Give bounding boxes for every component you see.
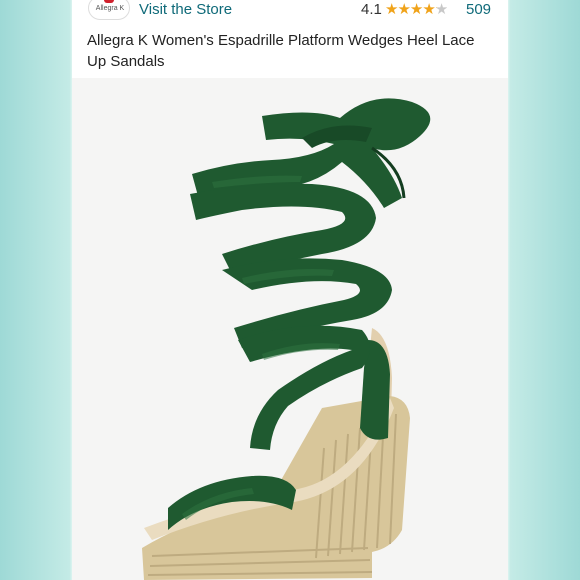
review-count-link[interactable]: 509 [466,0,491,20]
star-partial-icon: ★ [434,1,448,18]
rating-value: 4.1 [361,1,382,18]
sandal-illustration [72,78,508,580]
brand-logo-text: Allegra K [95,5,125,12]
store-bar: Allegra K Visit the Store 4.1 ★★★★★ 509 [72,0,508,24]
star-icon: ★ [397,1,410,18]
star-rating[interactable]: ★★★★★ [385,0,448,20]
product-screen: Allegra K Visit the Store 4.1 ★★★★★ 509 … [72,0,508,580]
star-icon: ★ [385,1,398,18]
visit-store-link[interactable]: Visit the Store [139,0,232,20]
star-icon: ★ [422,1,435,18]
product-title: Allegra K Women's Espadrille Platform We… [87,32,475,70]
star-icon: ★ [409,1,423,18]
brand-logo-mark [104,0,114,3]
product-image[interactable] [72,78,508,580]
brand-logo[interactable]: Allegra K [88,0,130,20]
